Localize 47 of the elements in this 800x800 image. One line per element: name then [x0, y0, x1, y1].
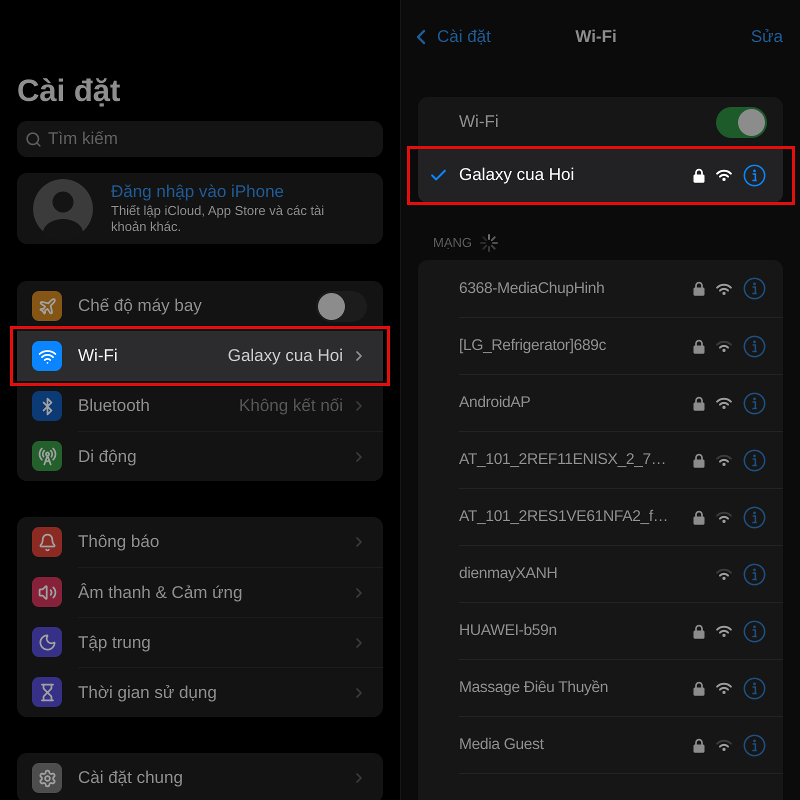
- toggle-switch[interactable]: [316, 290, 367, 322]
- search-field[interactable]: Tìm kiếm: [17, 121, 383, 157]
- row-label: Bluetooth: [78, 395, 151, 418]
- row-label: Wi-Fi: [78, 345, 119, 368]
- page-title: Cài đặt: [17, 72, 122, 110]
- network-name: AndroidAP: [459, 393, 532, 414]
- highlighted-network-row[interactable]: Galaxy cua Hoi: [418, 147, 783, 203]
- nav-title: Wi-Fi: [575, 26, 617, 48]
- info-button[interactable]: [743, 676, 766, 700]
- info-button[interactable]: [743, 334, 766, 358]
- info-button[interactable]: [743, 506, 766, 528]
- back-button[interactable]: Cài đặt: [409, 24, 491, 50]
- edit-button[interactable]: Sửa: [750, 24, 784, 50]
- network-name: 6368-MediaChupHinh: [459, 278, 606, 299]
- search-icon: [25, 131, 42, 148]
- network-name: AT_101_2RES1VE61NFA2_f…: [459, 507, 670, 528]
- network-name: AT_101_2REF11ENISX_2_7…: [459, 450, 668, 470]
- row-label: Thời gian sử dụng: [78, 682, 218, 704]
- toggle-switch[interactable]: [716, 106, 767, 138]
- highlighted-settings-row[interactable]: Wi-Fi Galaxy cua Hoi: [17, 331, 383, 381]
- loading-spinner-icon: [480, 234, 498, 252]
- row-label: Cài đặt chung: [78, 767, 184, 790]
- info-button[interactable]: [743, 164, 766, 186]
- row-value: Galaxy cua Hoi: [228, 345, 343, 368]
- network-name: HUAWEI-b59n: [459, 621, 558, 642]
- section-header: MẠNG: [433, 234, 472, 252]
- row-value: Không kết nối: [239, 395, 343, 418]
- row-label: Thông báo: [78, 531, 160, 554]
- network-name: Media Guest: [459, 735, 545, 756]
- row-label: Âm thanh & Cảm ứng: [78, 582, 244, 604]
- avatar-icon: [33, 178, 93, 238]
- account-card[interactable]: Đăng nhập vào iPhone Thiết lập iCloud, App Store và các tài khoản khác.: [17, 173, 383, 244]
- info-button[interactable]: [743, 277, 766, 300]
- wifi-toggle-label: Wi-Fi: [459, 111, 500, 134]
- info-button[interactable]: [743, 620, 766, 642]
- network-name: Massage Điêu Thuyền: [459, 678, 610, 698]
- network-name: dienmayXANH: [459, 564, 558, 584]
- info-button[interactable]: [743, 562, 766, 586]
- row-label: Di động: [78, 446, 138, 468]
- info-button[interactable]: [743, 392, 766, 414]
- network-name: [LG_Refrigerator]689c: [459, 336, 608, 356]
- row-label: Tập trung: [78, 632, 152, 654]
- row-label: Chế độ máy bay: [78, 295, 203, 318]
- network-name: Galaxy cua Hoi: [459, 164, 576, 186]
- info-button[interactable]: [743, 448, 766, 472]
- account-subtitle: Thiết lập iCloud, App Store và các tài khoản khác.: [111, 203, 326, 235]
- info-button[interactable]: [743, 734, 766, 756]
